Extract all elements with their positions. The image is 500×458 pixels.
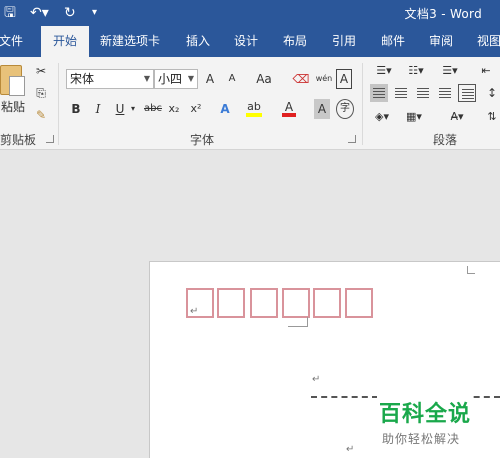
format-painter-icon[interactable]: ✎ bbox=[32, 105, 50, 125]
clipboard-launcher-icon[interactable] bbox=[46, 135, 54, 143]
bold-button[interactable]: B bbox=[68, 99, 84, 119]
underline-button[interactable]: U bbox=[112, 99, 128, 119]
tab-custom[interactable]: 新建选项卡 bbox=[100, 26, 160, 57]
strikethrough-button[interactable]: abc bbox=[142, 99, 164, 119]
paragraph-group-label: 段落 bbox=[433, 133, 458, 147]
clipboard-group-label: 剪贴板 bbox=[0, 133, 37, 147]
font-color-icon[interactable]: A bbox=[280, 97, 298, 117]
tab-home[interactable]: 开始 bbox=[41, 26, 90, 57]
enclose-char-button[interactable]: 字 bbox=[336, 99, 354, 119]
tab-view[interactable]: 视图 bbox=[477, 26, 500, 57]
change-case-button[interactable]: Aa bbox=[250, 69, 278, 89]
highlight-icon[interactable]: ab bbox=[244, 97, 264, 117]
text-cursor-mark bbox=[288, 317, 308, 327]
subscript-button[interactable]: x₂ bbox=[166, 99, 182, 119]
paragraph-mark: ↵ bbox=[190, 306, 199, 317]
font-name-combo[interactable]: 宋体 ▼ bbox=[66, 69, 154, 89]
char-shading-icon[interactable]: A bbox=[314, 99, 330, 119]
align-left-button[interactable] bbox=[370, 84, 388, 102]
clear-format-icon[interactable]: ⌫ bbox=[292, 69, 310, 89]
justify-icon bbox=[439, 88, 451, 98]
grid-box[interactable] bbox=[282, 288, 310, 318]
align-center-icon bbox=[395, 88, 407, 98]
chevron-down-icon[interactable]: ▾ bbox=[128, 99, 138, 119]
decrease-indent-icon[interactable]: ⇤ bbox=[476, 61, 496, 81]
title-bar: 🖫 ↶▾ ↻ ▾ 文档3 - Word bbox=[0, 0, 500, 26]
highlight-color-swatch bbox=[246, 113, 262, 117]
ribbon-home: 粘贴 ✂ ⎘ ✎ 剪贴板 宋体 ▼ 小四 ▼ A A Aa ⌫ wén A B … bbox=[0, 57, 500, 150]
page-corner-mark bbox=[467, 266, 475, 274]
watermark-subtitle: 助你轻松解决 bbox=[382, 432, 461, 446]
text-effects-icon[interactable]: A bbox=[216, 99, 234, 119]
grid-box[interactable] bbox=[217, 288, 245, 318]
bullets-icon[interactable]: ☰▾ bbox=[372, 61, 396, 81]
distributed-icon bbox=[462, 89, 474, 99]
paragraph-mark: ↵ bbox=[346, 444, 355, 455]
align-right-icon bbox=[417, 88, 429, 98]
shading-icon[interactable]: ◈▾ bbox=[370, 107, 394, 127]
customize-icon[interactable]: ▾ bbox=[92, 4, 97, 22]
align-center-button[interactable] bbox=[392, 84, 410, 102]
tab-layout[interactable]: 布局 bbox=[283, 26, 307, 57]
font-size-value: 小四 bbox=[158, 72, 183, 86]
sort-icon[interactable]: ⇅ bbox=[484, 107, 500, 127]
grid-box[interactable] bbox=[250, 288, 278, 318]
line-spacing-icon[interactable]: ↕ bbox=[484, 83, 500, 103]
phonetic-guide-button[interactable]: wén bbox=[314, 69, 334, 89]
tab-mailings[interactable]: 邮件 bbox=[381, 26, 405, 57]
group-divider bbox=[58, 63, 59, 145]
numbering-icon[interactable]: ☷▾ bbox=[404, 61, 428, 81]
chevron-down-icon: ▼ bbox=[143, 74, 150, 83]
tab-insert[interactable]: 插入 bbox=[186, 26, 210, 57]
watermark-title: 百科全说 bbox=[377, 396, 474, 428]
char-border-button[interactable]: A bbox=[336, 69, 352, 89]
tab-design[interactable]: 设计 bbox=[234, 26, 258, 57]
borders-icon[interactable]: ▦▾ bbox=[402, 107, 426, 127]
copy-icon[interactable]: ⎘ bbox=[32, 83, 50, 103]
cut-icon[interactable]: ✂ bbox=[32, 61, 50, 81]
ribbon-tabs: 文件 开始 新建选项卡 插入 设计 布局 引用 邮件 审阅 视图 bbox=[0, 26, 500, 57]
shrink-font-button[interactable]: A bbox=[224, 69, 240, 89]
chevron-down-icon: ▼ bbox=[187, 74, 194, 83]
align-right-button[interactable] bbox=[414, 84, 432, 102]
font-launcher-icon[interactable] bbox=[348, 135, 356, 143]
grow-font-button[interactable]: A bbox=[202, 69, 218, 89]
justify-button[interactable] bbox=[436, 84, 454, 102]
grid-box[interactable] bbox=[313, 288, 341, 318]
paragraph-mark: ↵ bbox=[312, 374, 321, 385]
window-title: 文档3 - Word bbox=[404, 7, 482, 21]
group-divider bbox=[362, 63, 363, 145]
font-group-label: 字体 bbox=[190, 133, 215, 147]
font-name-value: 宋体 bbox=[70, 72, 95, 86]
font-color-swatch bbox=[282, 113, 296, 117]
paste-button[interactable]: 粘贴 bbox=[0, 97, 26, 117]
distributed-button[interactable] bbox=[458, 84, 476, 102]
asian-layout-icon[interactable]: A̶▾ bbox=[444, 107, 470, 127]
undo-icon[interactable]: ↶▾ bbox=[30, 4, 49, 22]
paste-icon[interactable] bbox=[0, 65, 25, 96]
tab-references[interactable]: 引用 bbox=[332, 26, 356, 57]
multilevel-list-icon[interactable]: ☰▾ bbox=[436, 61, 464, 81]
font-size-combo[interactable]: 小四 ▼ bbox=[154, 69, 198, 89]
grid-box[interactable] bbox=[345, 288, 373, 318]
save-icon[interactable]: 🖫 bbox=[4, 4, 16, 22]
tab-file[interactable]: 文件 bbox=[0, 26, 23, 57]
italic-button[interactable]: I bbox=[90, 99, 106, 119]
superscript-button[interactable]: x² bbox=[188, 99, 204, 119]
align-left-icon bbox=[373, 88, 385, 98]
tab-review[interactable]: 审阅 bbox=[429, 26, 453, 57]
redo-icon[interactable]: ↻ bbox=[64, 4, 76, 22]
